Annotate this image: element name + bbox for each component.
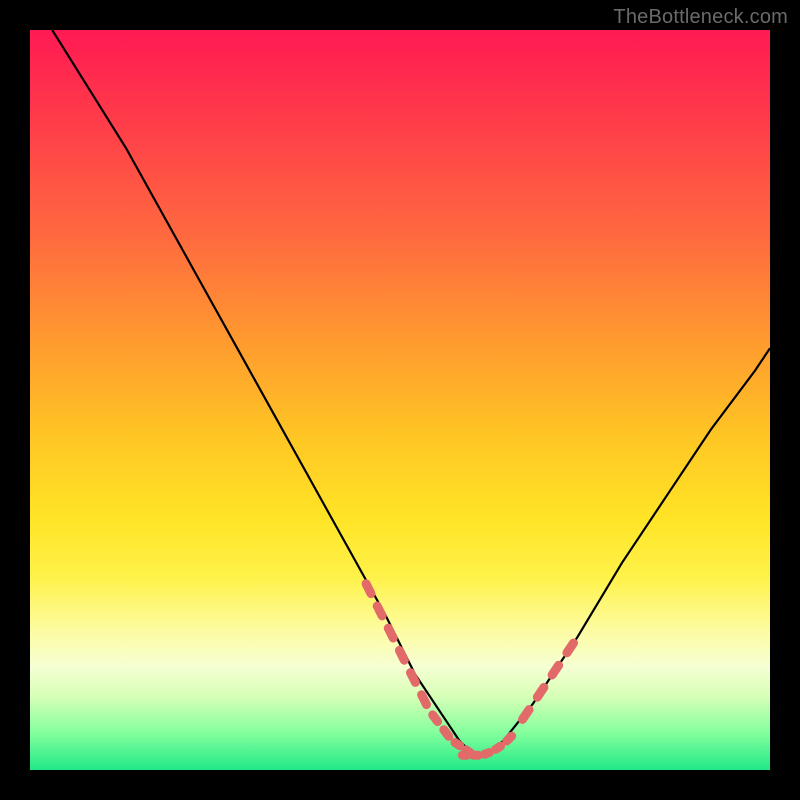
chart-frame: TheBottleneck.com bbox=[0, 0, 800, 800]
highlight-dash bbox=[496, 746, 501, 749]
highlight-dash bbox=[422, 695, 427, 705]
highlight-dash bbox=[366, 584, 371, 594]
highlight-dash bbox=[567, 643, 574, 653]
highlight-dash bbox=[444, 730, 449, 737]
highlight-dash bbox=[523, 710, 530, 720]
highlight-dash bbox=[411, 673, 416, 683]
highlight-dash bbox=[433, 715, 438, 722]
plot-area bbox=[30, 30, 770, 770]
watermark-text: TheBottleneck.com bbox=[613, 6, 788, 29]
highlight-dashes bbox=[366, 584, 573, 755]
chart-svg bbox=[30, 30, 770, 770]
highlight-dash bbox=[455, 743, 460, 746]
highlight-dash bbox=[399, 650, 404, 660]
bottleneck-curve bbox=[52, 30, 770, 755]
highlight-dash bbox=[552, 665, 559, 675]
highlight-dash bbox=[377, 606, 382, 616]
highlight-dash bbox=[485, 753, 490, 755]
highlight-dash bbox=[507, 736, 512, 741]
highlight-dash bbox=[537, 687, 544, 697]
highlight-dash bbox=[388, 628, 393, 638]
